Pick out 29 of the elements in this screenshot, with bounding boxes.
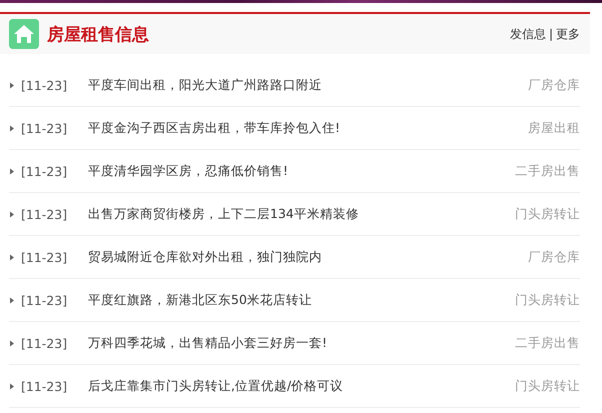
item-link[interactable]: 平度红旗路，新港北区东50米花店转让: [88, 292, 515, 308]
item-date: [11-23]: [21, 292, 68, 308]
bullet-icon: [9, 168, 15, 174]
section-title: 房屋租售信息: [47, 24, 150, 46]
bullet-icon: [9, 340, 15, 346]
item-link[interactable]: 贸易城附近仓库欲对外出租，独门独院内: [88, 248, 528, 266]
item-date: [11-23]: [21, 164, 68, 178]
item-date: [11-23]: [21, 120, 68, 136]
item-date: [11-23]: [21, 378, 68, 394]
bullet-icon: [9, 382, 15, 390]
bullet-icon: [9, 82, 15, 88]
header-link[interactable]: 更多: [556, 26, 580, 42]
separator: |: [548, 27, 553, 41]
item-date: [11-23]: [21, 206, 68, 222]
item-date: [11-23]: [21, 78, 68, 92]
item-link[interactable]: 平度金沟子西区吉房出租，带车库拎包入住!: [88, 120, 528, 136]
item-date: [11-23]: [21, 336, 68, 350]
header-link[interactable]: 发信息: [510, 26, 546, 42]
item-link[interactable]: 平度车间出租，阳光大道广州路路口附近: [88, 76, 528, 94]
bullet-icon: [9, 210, 15, 218]
bullet-icon: [9, 124, 15, 132]
item-date: [11-23]: [21, 250, 68, 264]
item-link[interactable]: 平度清华园学区房，忍痛低价销售!: [88, 162, 515, 180]
item-link[interactable]: 后戈庄靠集市门头房转让,位置优越/价格可议: [88, 378, 515, 394]
item-link[interactable]: 万科四季花城，出售精品小套三好房一套!: [88, 334, 515, 352]
item-link[interactable]: 出售万家商贸街楼房，上下二层134平米精装修: [88, 206, 515, 222]
bullet-icon: [9, 296, 15, 304]
house-icon: [9, 19, 39, 49]
bullet-icon: [9, 254, 15, 260]
